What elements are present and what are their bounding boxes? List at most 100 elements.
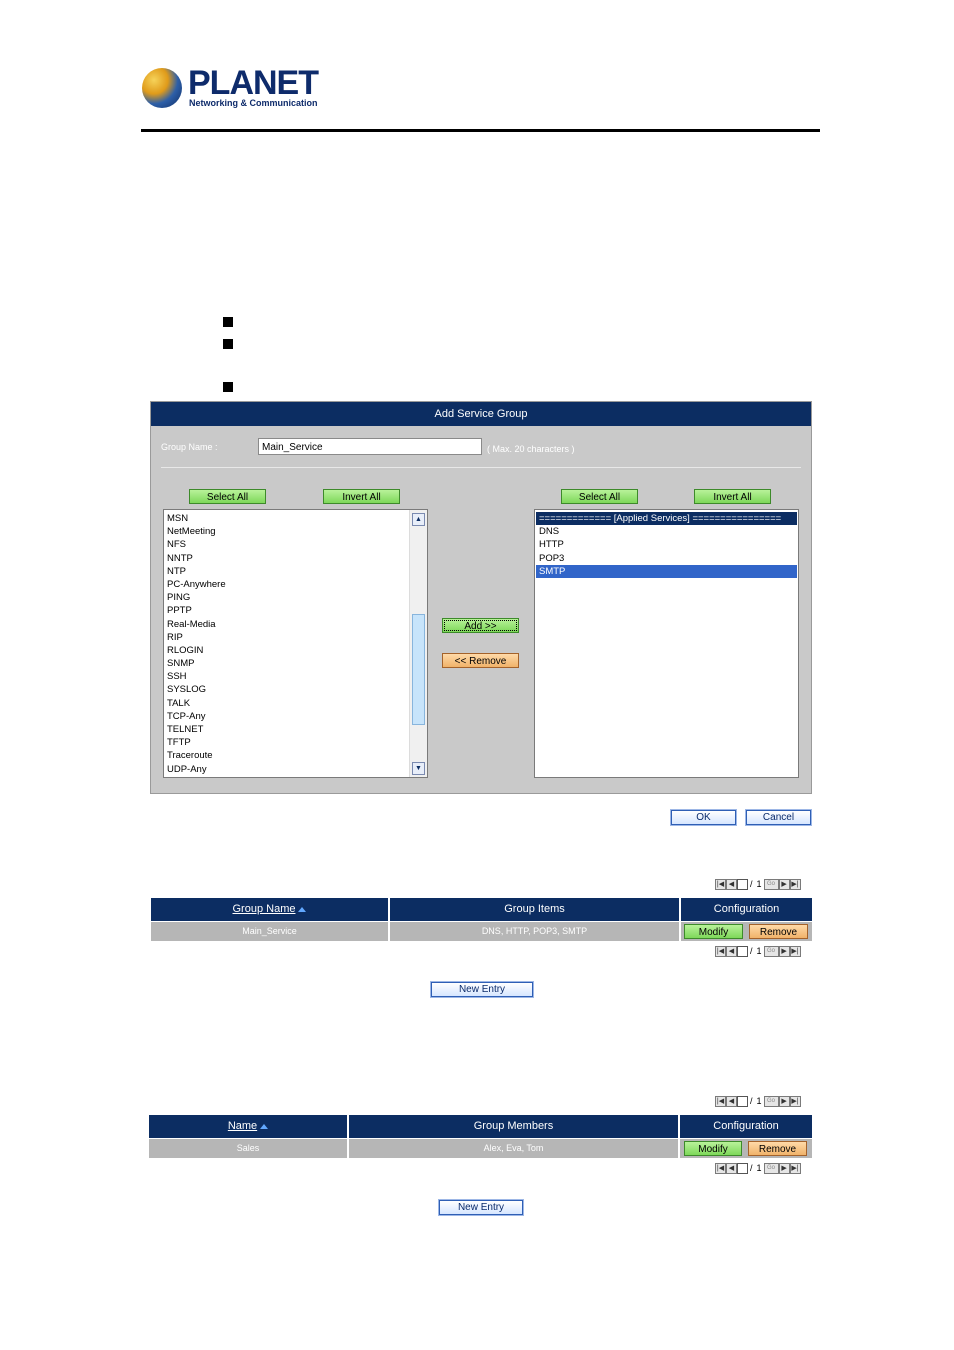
header-group-items: Group Items (390, 898, 679, 921)
service-option[interactable]: RLOGIN (164, 644, 409, 657)
first-page-icon[interactable]: |◀ (715, 946, 726, 957)
add-service-group-dialog: Add Service Group Group Name : Main_Serv… (150, 401, 812, 794)
go-button[interactable]: Go (763, 1096, 779, 1107)
brand-tagline: Networking & Communication (189, 98, 318, 108)
group-name-hint: ( Max. 20 characters ) (487, 444, 575, 454)
sort-ascending-icon (298, 906, 307, 912)
go-button[interactable]: Go (763, 946, 779, 957)
bullet-icon (223, 339, 233, 349)
remove-row-button[interactable]: Remove (748, 1141, 807, 1156)
remove-row-button[interactable]: Remove (749, 924, 808, 939)
page-number-input[interactable] (737, 946, 748, 957)
planet-logo: PLANET Networking & Communication (142, 64, 319, 114)
next-page-icon[interactable]: ▶ (778, 1096, 790, 1107)
row-group-members: Alex, Eva, Tom (349, 1139, 678, 1158)
left-select-all-button[interactable]: Select All (189, 489, 266, 504)
modify-button[interactable]: Modify (684, 924, 743, 939)
applied-services-list[interactable]: ============= [Applied Services] =======… (534, 509, 799, 778)
add-button[interactable]: Add >> (442, 618, 519, 633)
service-option[interactable]: SNMP (164, 657, 409, 670)
service-option[interactable]: PPTP (164, 604, 409, 617)
last-page-icon[interactable]: ▶| (789, 879, 801, 890)
prev-page-icon[interactable]: ◀ (726, 1163, 737, 1174)
scroll-down-icon[interactable]: ▼ (412, 762, 425, 775)
last-page-icon[interactable]: ▶| (789, 1163, 801, 1174)
go-button[interactable]: Go (763, 1163, 779, 1174)
next-page-icon[interactable]: ▶ (778, 946, 790, 957)
service-option[interactable]: NetMeeting (164, 525, 409, 538)
last-page-icon[interactable]: ▶| (789, 946, 801, 957)
header-name[interactable]: Name (149, 1115, 347, 1138)
service-option[interactable]: NFS (164, 538, 409, 551)
page-total: 1 (756, 1163, 762, 1173)
service-option[interactable]: SSH (164, 670, 409, 683)
service-option[interactable]: RIP (164, 631, 409, 644)
go-button[interactable]: Go (763, 879, 779, 890)
group-name-input[interactable]: Main_Service (258, 438, 482, 455)
first-page-icon[interactable]: |◀ (715, 1163, 726, 1174)
service-option[interactable]: TELNET (164, 723, 409, 736)
prev-page-icon[interactable]: ◀ (726, 879, 737, 890)
cancel-button[interactable]: Cancel (745, 809, 812, 826)
right-select-all-button[interactable]: Select All (561, 489, 638, 504)
page-separator: / (750, 946, 753, 956)
globe-icon (142, 68, 182, 108)
applied-service-option[interactable]: POP3 (536, 552, 797, 565)
page-number-input[interactable] (737, 1163, 748, 1174)
header-group-name[interactable]: Group Name (151, 898, 388, 921)
pager-bottom-user: |◀ ◀ /1 Go ▶ ▶| (715, 1163, 801, 1175)
header-group-members: Group Members (349, 1115, 678, 1138)
page-total: 1 (756, 879, 762, 889)
row-name: Sales (149, 1139, 347, 1158)
service-option[interactable]: TALK (164, 697, 409, 710)
service-option[interactable]: NTP (164, 565, 409, 578)
page-number-input[interactable] (737, 879, 748, 890)
new-entry-button[interactable]: New Entry (430, 981, 534, 998)
prev-page-icon[interactable]: ◀ (726, 1096, 737, 1107)
service-option[interactable]: SYSLOG (164, 683, 409, 696)
dialog-title: Add Service Group (151, 402, 811, 426)
next-page-icon[interactable]: ▶ (778, 1163, 790, 1174)
service-option[interactable]: Real-Media (164, 618, 409, 631)
new-entry-button[interactable]: New Entry (438, 1199, 524, 1216)
available-services-list[interactable]: MSN NetMeeting NFS NNTP NTP PC-Anywhere PING PP… (163, 509, 428, 778)
applied-service-option[interactable]: HTTP (536, 538, 797, 551)
service-option[interactable]: TCP-Any (164, 710, 409, 723)
sort-link[interactable]: Group Name (233, 903, 296, 915)
next-page-icon[interactable]: ▶ (778, 879, 790, 890)
sort-ascending-icon (260, 1123, 269, 1129)
scrollbar[interactable]: ▲ ▼ (409, 510, 427, 777)
scroll-up-icon[interactable]: ▲ (412, 513, 425, 526)
scrollbar-thumb[interactable] (412, 614, 425, 725)
header-rule (141, 129, 820, 132)
service-option[interactable]: TFTP (164, 736, 409, 749)
service-option[interactable]: PC-Anywhere (164, 578, 409, 591)
page-separator: / (750, 1096, 753, 1106)
left-invert-all-button[interactable]: Invert All (323, 489, 400, 504)
page-separator: / (750, 879, 753, 889)
service-option[interactable]: NNTP (164, 552, 409, 565)
service-option[interactable]: PING (164, 591, 409, 604)
pager-bottom-service: |◀ ◀ /1 Go ▶ ▶| (715, 946, 801, 958)
service-option[interactable]: MSN (164, 512, 409, 525)
remove-button[interactable]: << Remove (442, 653, 519, 668)
last-page-icon[interactable]: ▶| (789, 1096, 801, 1107)
first-page-icon[interactable]: |◀ (715, 879, 726, 890)
right-invert-all-button[interactable]: Invert All (694, 489, 771, 504)
modify-button[interactable]: Modify (684, 1141, 742, 1156)
ok-button[interactable]: OK (670, 809, 737, 826)
service-option[interactable]: Traceroute (164, 749, 409, 762)
row-group-name: Main_Service (151, 922, 388, 941)
prev-page-icon[interactable]: ◀ (726, 946, 737, 957)
applied-services-header: ============= [Applied Services] =======… (536, 512, 797, 526)
page-number-input[interactable] (737, 1096, 748, 1107)
service-option[interactable]: UDP-Any (164, 763, 409, 776)
page-total: 1 (756, 1096, 762, 1106)
sort-link[interactable]: Name (228, 1120, 257, 1132)
first-page-icon[interactable]: |◀ (715, 1096, 726, 1107)
bullet-icon (223, 317, 233, 327)
page-separator: / (750, 1163, 753, 1173)
applied-service-option[interactable]: SMTP (536, 564, 797, 578)
row-group-items: DNS, HTTP, POP3, SMTP (390, 922, 679, 941)
applied-service-option[interactable]: DNS (536, 525, 797, 538)
